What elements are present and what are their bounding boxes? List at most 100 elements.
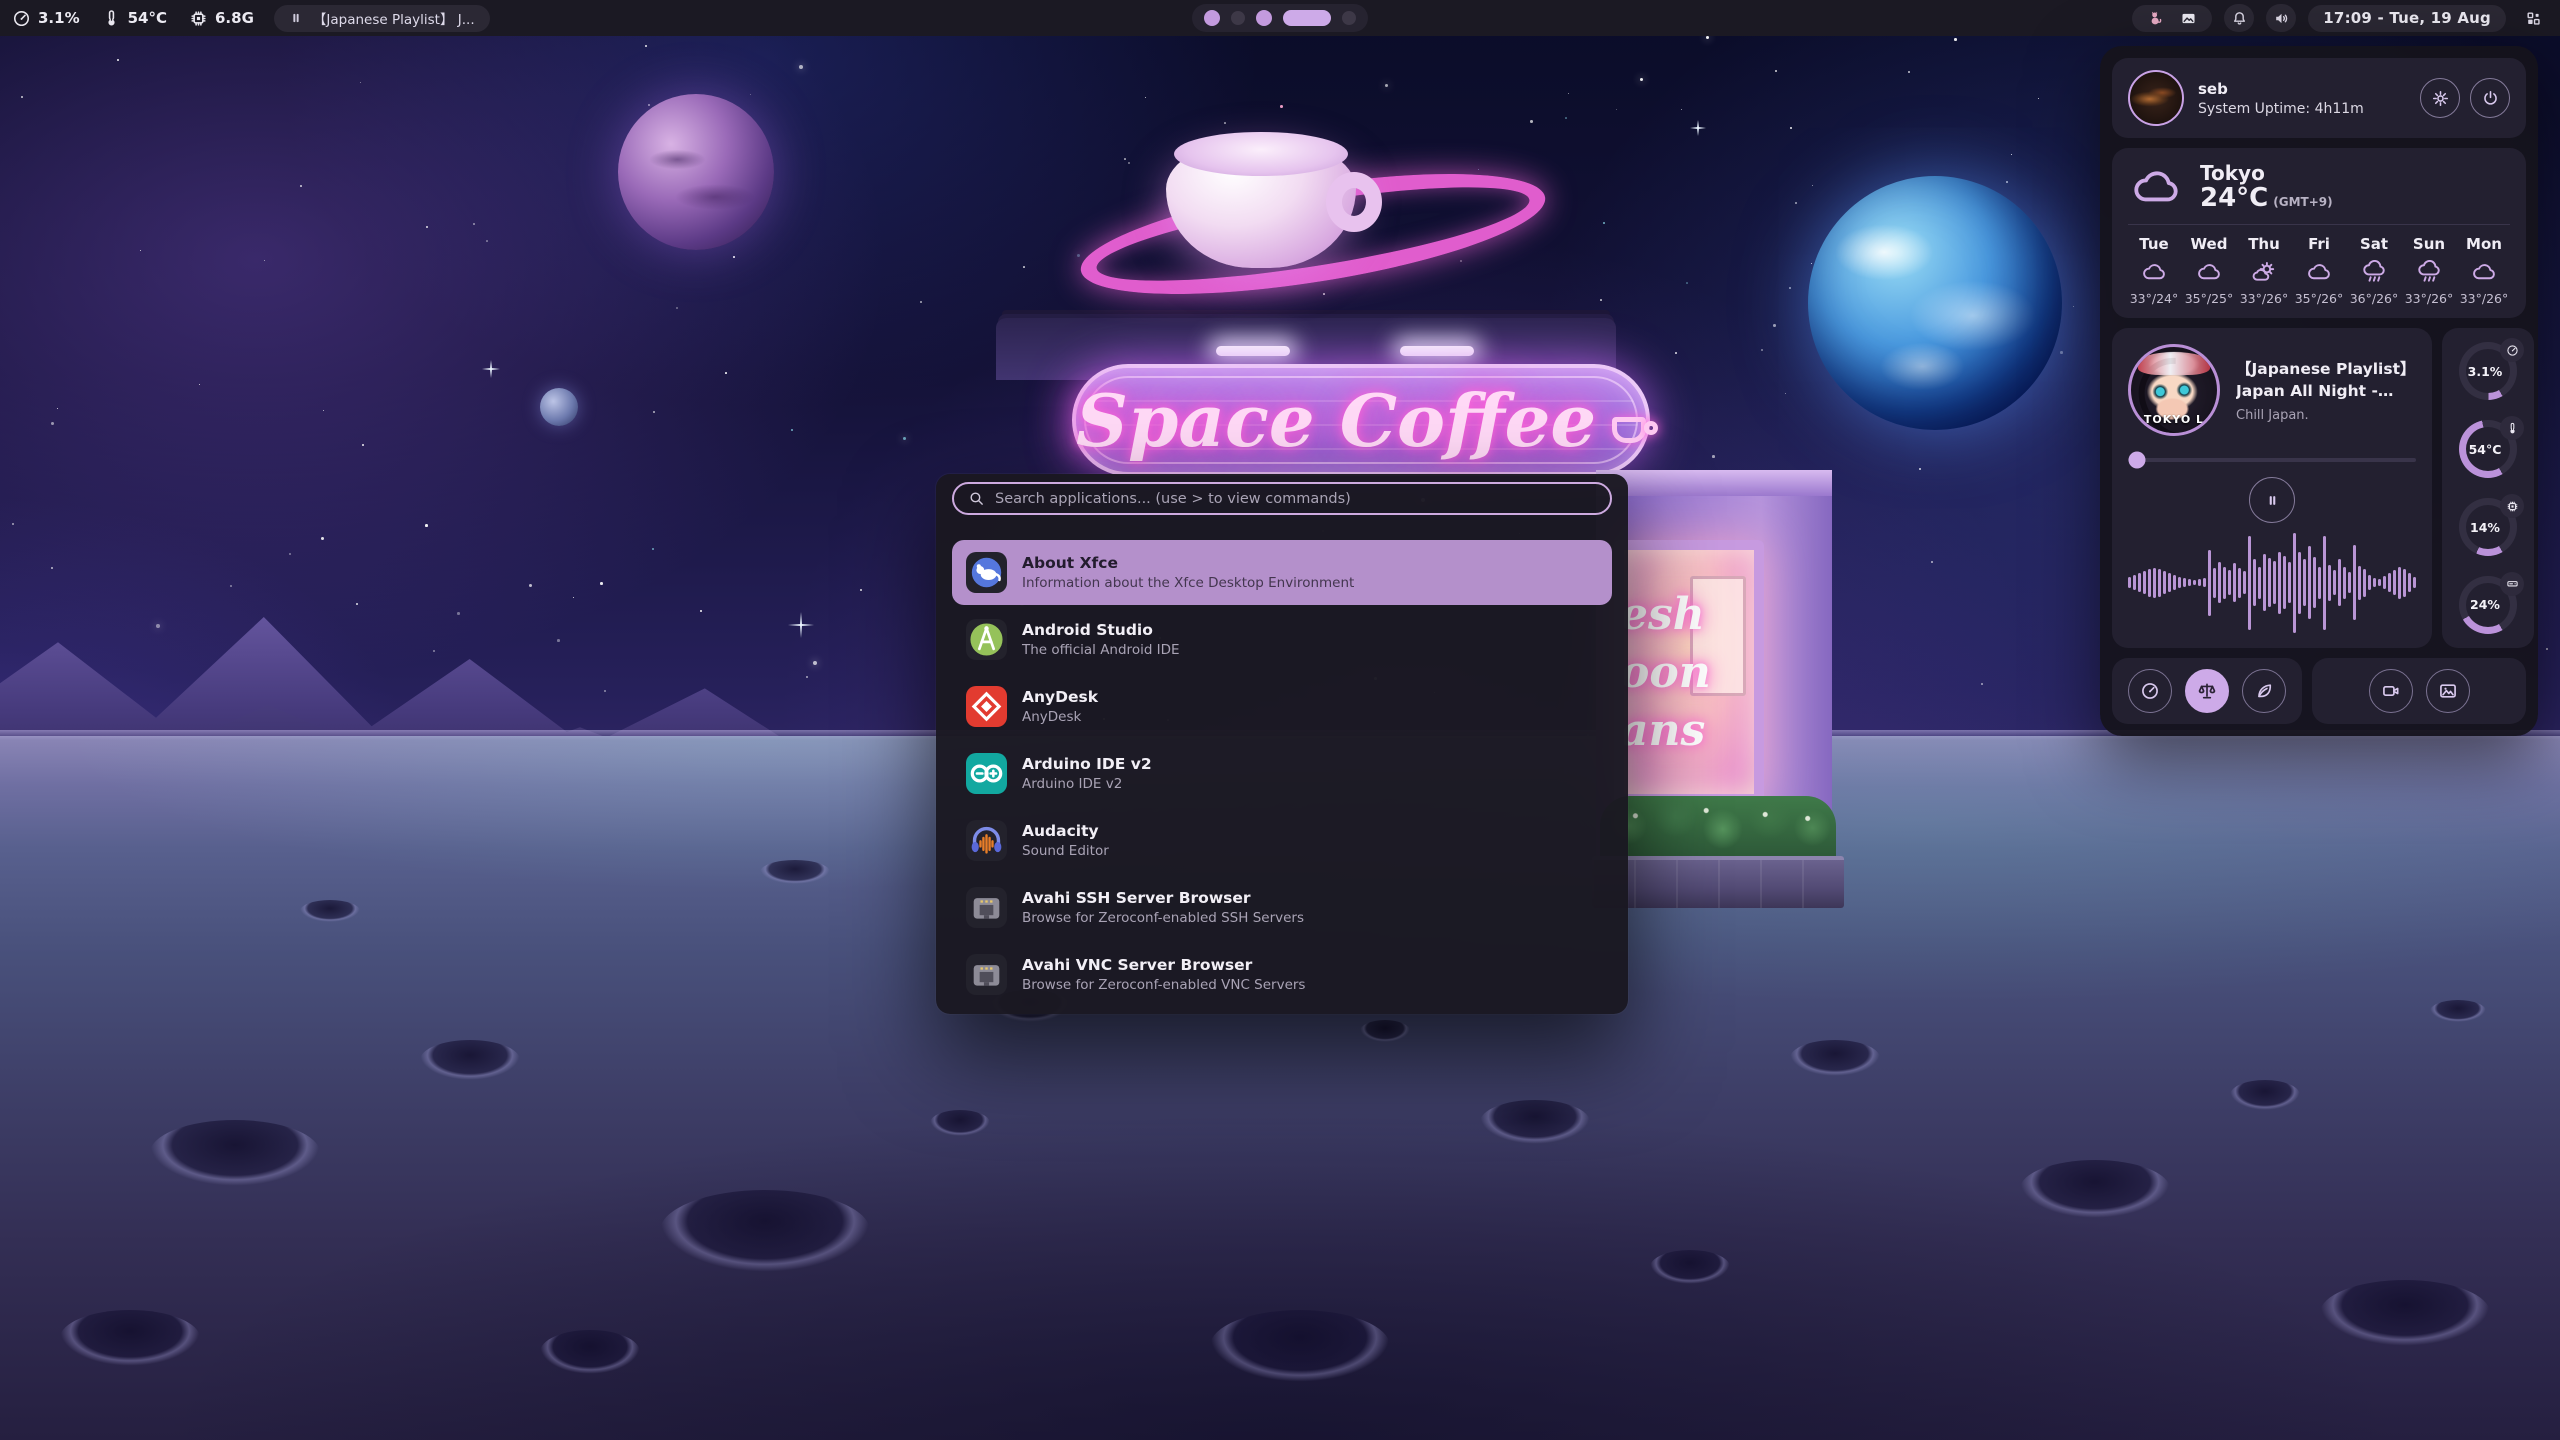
capture-button[interactable] (2426, 669, 2470, 713)
capture-button[interactable] (2369, 669, 2413, 713)
app-list-item[interactable]: Audacity Sound Editor (952, 808, 1612, 873)
app-description: AnyDesk (1022, 709, 1098, 725)
app-name: About Xfce (1022, 554, 1354, 572)
notifications-button[interactable] (2224, 4, 2254, 32)
forecast-day-name: Wed (2191, 235, 2228, 253)
username: seb (2198, 80, 2364, 98)
search-bar[interactable] (952, 482, 1612, 515)
stat-value: 6.8G (215, 9, 254, 27)
media-player-card: TOKYO L 【Japanese Playlist】 Japan All Ni… (2112, 328, 2432, 648)
audio-visualizer (2128, 529, 2416, 636)
stat-value: 3.1% (38, 9, 80, 27)
app-icon (966, 753, 1007, 794)
tray-widgets[interactable] (2132, 5, 2212, 32)
system-gauge: 54°C (2459, 420, 2517, 478)
forecast-temps: 33°/26° (2460, 291, 2509, 306)
forecast-day: Mon 33°/26° (2458, 235, 2510, 306)
power-icon (2481, 89, 2500, 108)
app-icon (966, 686, 1007, 727)
workspace-switcher[interactable] (1192, 4, 1368, 32)
forecast-day: Wed 35°/25° (2183, 235, 2235, 306)
system-gauge: 24% (2459, 576, 2517, 634)
now-playing-indicator[interactable]: 【Japanese Playlist】 J... (274, 5, 490, 32)
app-description: Information about the Xfce Desktop Envir… (1022, 575, 1354, 591)
app-launcher: About Xfce Information about the Xfce De… (936, 474, 1628, 1014)
app-list-item[interactable]: Arduino IDE v2 Arduino IDE v2 (952, 741, 1612, 806)
sign-text: Space Coffee (1076, 378, 1596, 463)
system-gauge: 3.1% (2459, 342, 2517, 400)
app-icon (966, 552, 1007, 593)
desktop-pet-icon[interactable] (2147, 10, 2164, 27)
pause-icon (2265, 493, 2280, 508)
workspace-dot[interactable] (1283, 10, 1331, 26)
search-icon (968, 490, 985, 507)
forecast-weather-icon (2416, 260, 2443, 284)
sign-coffee-cup-icon (1612, 409, 1646, 445)
app-list-item[interactable]: Android Studio The official Android IDE (952, 607, 1612, 672)
avatar (2128, 70, 2184, 126)
clock-text: 17:09 - Tue, 19 Aug (2323, 9, 2491, 27)
app-list-item[interactable]: About Xfce Information about the Xfce De… (952, 540, 1612, 605)
earth-planet (1808, 176, 2062, 430)
forecast-temps: 35°/25° (2185, 291, 2234, 306)
gear-icon (2431, 89, 2450, 108)
sign-light (1400, 346, 1474, 356)
app-name: Arduino IDE v2 (1022, 755, 1152, 773)
search-input[interactable] (995, 491, 1596, 507)
app-name: Android Studio (1022, 621, 1180, 639)
power-profile-card (2112, 658, 2302, 724)
system-stats: 3.1% 54°C 6.8G (12, 9, 254, 28)
top-panel: 3.1% 54°C 6.8G 【Japanese Playlist】 J... (0, 0, 2560, 36)
workspace-dot[interactable] (1342, 11, 1356, 25)
bushes (1600, 796, 1836, 862)
stat-item: 6.8G (189, 9, 254, 28)
space-coffee-neon-sign: Space Coffee (1072, 364, 1650, 476)
now-playing-text: 【Japanese Playlist】 J... (313, 8, 475, 28)
play-pause-button[interactable] (2249, 477, 2295, 523)
stat-icon (12, 9, 31, 28)
weather-cloud-icon (2128, 164, 2186, 210)
purple-planet (618, 94, 774, 250)
power-profile-button[interactable] (2128, 669, 2172, 713)
app-name: Audacity (1022, 822, 1109, 840)
pause-icon (289, 11, 303, 25)
forecast-day-name: Mon (2466, 235, 2502, 253)
forecast-day: Sat 36°/26° (2348, 235, 2400, 306)
forecast-temps: 35°/26° (2295, 291, 2344, 306)
seek-thumb[interactable] (2128, 452, 2145, 469)
workspace-dot[interactable] (1256, 10, 1272, 26)
widgets-menu-button[interactable] (2518, 4, 2548, 32)
forecast-day-name: Tue (2139, 235, 2168, 253)
system-uptime: System Uptime: 4h11m (2198, 101, 2364, 117)
app-list-item[interactable]: AnyDesk AnyDesk (952, 674, 1612, 739)
forecast-day: Tue 33°/24° (2128, 235, 2180, 306)
wallpaper-icon[interactable] (2180, 10, 2197, 27)
power-profile-button[interactable] (2185, 669, 2229, 713)
clock[interactable]: 17:09 - Tue, 19 Aug (2308, 5, 2506, 32)
app-description: Browse for Zeroconf-enabled SSH Servers (1022, 910, 1304, 926)
control-center-panel: seb System Uptime: 4h11m Tokyo 24°C(GMT+… (2100, 46, 2538, 736)
seek-slider[interactable] (2128, 452, 2416, 468)
small-moon (540, 388, 578, 426)
app-list-item[interactable]: Avahi SSH Server Browser Browse for Zero… (952, 875, 1612, 940)
settings-button[interactable] (2420, 78, 2460, 118)
forecast-temps: 33°/26° (2240, 291, 2289, 306)
power-button[interactable] (2470, 78, 2510, 118)
forecast-day: Thu 33°/26° (2238, 235, 2290, 306)
app-list: About Xfce Information about the Xfce De… (952, 540, 1612, 1007)
volume-button[interactable] (2266, 4, 2296, 32)
workspace-dot[interactable] (1204, 10, 1220, 26)
power-profile-button[interactable] (2242, 669, 2286, 713)
app-list-item[interactable]: Avahi VNC Server Browser Browse for Zero… (952, 942, 1612, 1007)
forecast-weather-icon (2361, 260, 2388, 284)
workspace-dot[interactable] (1231, 11, 1245, 25)
app-name: AnyDesk (1022, 688, 1098, 706)
coffee-shop-window: eshoonans (1614, 540, 1764, 804)
forecast-day: Sun 33°/26° (2403, 235, 2455, 306)
gauge-icon-badge (2500, 494, 2524, 518)
track-title: 【Japanese Playlist】 Japan All Night - To… (2236, 358, 2416, 403)
system-gauge: 14% (2459, 498, 2517, 556)
forecast-day: Fri 35°/26° (2293, 235, 2345, 306)
forecast-day-name: Sat (2360, 235, 2388, 253)
forecast-weather-icon (2141, 260, 2168, 284)
